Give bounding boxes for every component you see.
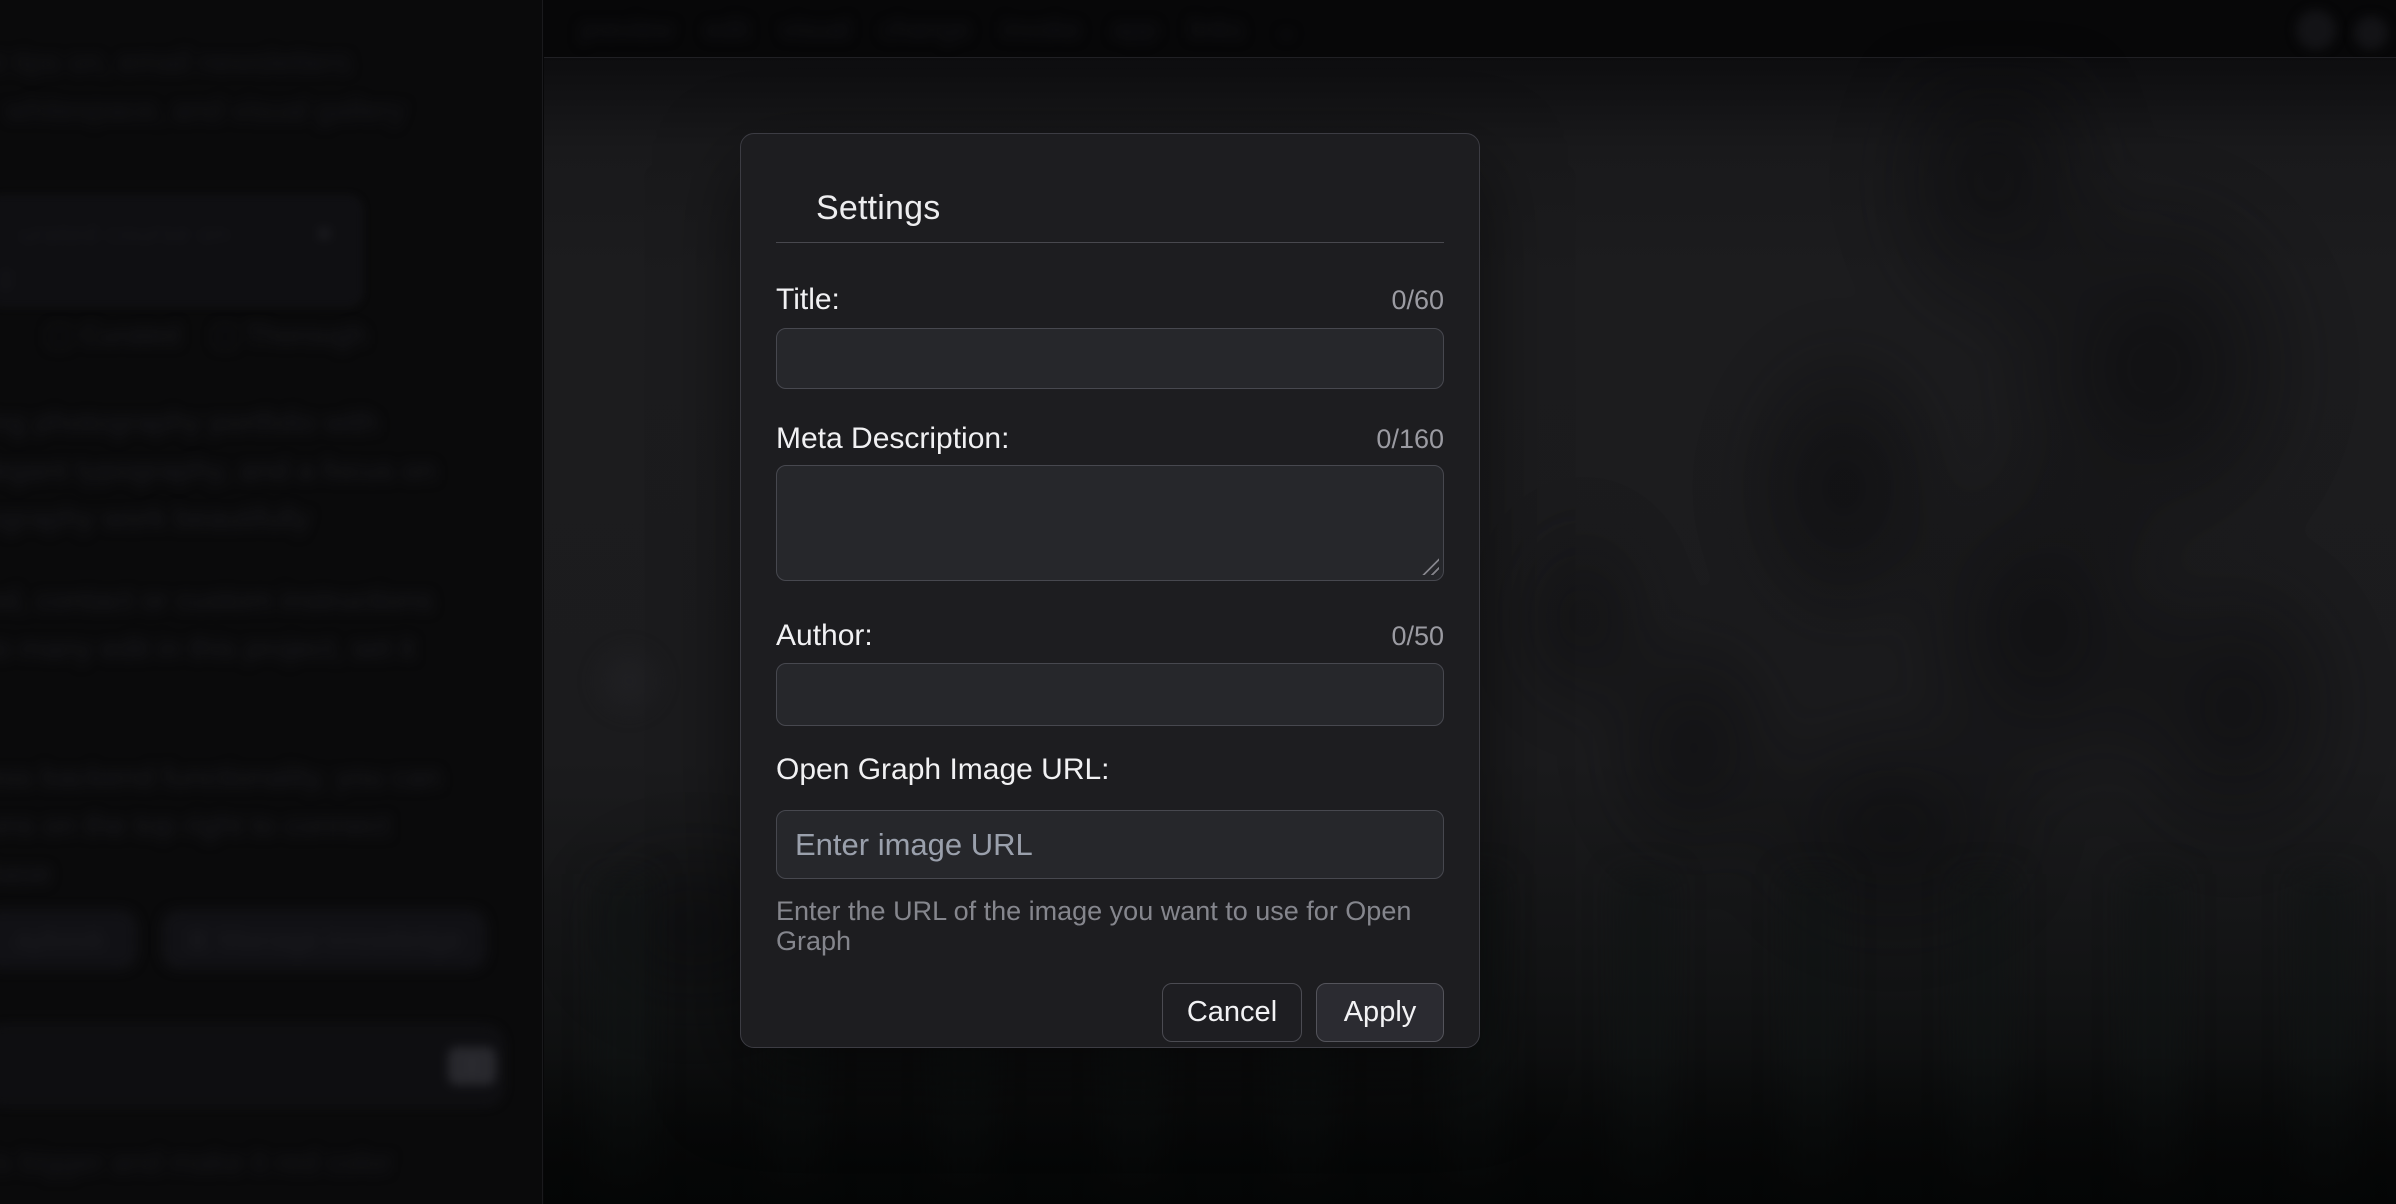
- nav-item: links: [1189, 14, 1243, 45]
- author-label: Author:: [776, 618, 873, 654]
- title-field: Title: 0/60: [776, 282, 1444, 389]
- preview-icon-blob: [586, 638, 672, 724]
- chat-text-line: ing photography portfolio with: [0, 406, 378, 440]
- nav-item: preview: [580, 14, 673, 45]
- checkbox-icon: ▢: [212, 319, 238, 350]
- meta-description-field: Meta Description: 0/160: [776, 421, 1444, 581]
- nav-item: invoke: [1002, 14, 1080, 45]
- og-image-helper-text: Enter the URL of the image you want to u…: [776, 896, 1444, 956]
- pill-label: aybook: [15, 924, 105, 956]
- send-button: ↑: [448, 1047, 496, 1085]
- nav-item: app: [1112, 14, 1157, 45]
- toggle-option: ▢ Curated: [46, 318, 180, 351]
- chat-text-line: legant typography, and a focus on: [0, 454, 436, 488]
- manage-knowledge-button: ⊞ Manage knowledge: [163, 911, 485, 968]
- card-text: g: [0, 259, 14, 293]
- meta-description-textarea[interactable]: [776, 465, 1444, 581]
- close-icon: ✕: [313, 217, 335, 251]
- chat-text-line: is bigger and make it red color: [0, 1146, 392, 1180]
- author-field: Author: 0/50: [776, 618, 1444, 726]
- chat-text-line: ed, contact or custom instructions: [0, 584, 433, 618]
- chat-text-line: ons on the top right to connect: [0, 809, 390, 843]
- og-image-label: Open Graph Image URL:: [776, 752, 1110, 788]
- chat-text-line: ess backend functionality, you can: [0, 761, 441, 795]
- cancel-button[interactable]: Cancel: [1162, 983, 1302, 1042]
- knowledge-icon: ⊞: [186, 923, 209, 956]
- toggle-label: Curated: [80, 319, 180, 350]
- meta-description-counter: 0/160: [1376, 424, 1444, 455]
- suggestion-card: urated course on ✕ g: [0, 196, 362, 306]
- checkbox-icon: ▢: [46, 319, 72, 350]
- topbar-icon-blob: [2296, 10, 2336, 50]
- topbar-nav: preview edit visual change invoke app li…: [580, 14, 1298, 45]
- chat-text-line: to many edit in this project, set it: [0, 632, 415, 666]
- chat-text-line: base: [0, 857, 51, 891]
- nav-item: change: [882, 14, 971, 45]
- title-label: Title:: [776, 282, 840, 318]
- playbook-button: aybook: [0, 911, 136, 968]
- settings-modal: Settings Title: 0/60 Meta Description: 0…: [740, 133, 1480, 1048]
- author-counter: 0/50: [1391, 621, 1444, 652]
- modal-divider: [776, 242, 1444, 243]
- toggle-option: ▢ Thorough: [212, 318, 366, 351]
- nav-item: edit: [705, 14, 749, 45]
- chevron-down-icon: ⌄: [1275, 14, 1298, 45]
- apply-button[interactable]: Apply: [1316, 983, 1444, 1042]
- chat-text-line: ography work beautifully: [0, 502, 310, 536]
- og-image-field: Open Graph Image URL: Enter the URL of t…: [776, 752, 1444, 956]
- send-icon: ↑: [466, 1052, 478, 1080]
- chat-text-line: st tips on, email newsletters: [0, 46, 350, 80]
- card-text: urated course on: [19, 217, 229, 251]
- author-input[interactable]: [776, 663, 1444, 726]
- title-counter: 0/60: [1391, 285, 1444, 316]
- chat-sidebar: st tips on, email newsletters whitespace…: [0, 0, 543, 1204]
- modal-title: Settings: [816, 189, 1444, 227]
- modal-actions: Cancel Apply: [776, 983, 1444, 1042]
- og-image-url-input[interactable]: [776, 810, 1444, 879]
- topbar-icon-blob: [2354, 16, 2388, 50]
- toggle-label: Thorough: [246, 319, 366, 350]
- preview-bottom-fade: [544, 1054, 2396, 1204]
- chat-input-bar: ↑: [0, 1026, 503, 1105]
- pill-label: Manage knowledge: [219, 924, 462, 956]
- nav-item: visual: [781, 14, 850, 45]
- title-input[interactable]: [776, 328, 1444, 389]
- meta-description-label: Meta Description:: [776, 421, 1009, 457]
- chat-text-line: whitespace, and visual gallery: [6, 94, 405, 128]
